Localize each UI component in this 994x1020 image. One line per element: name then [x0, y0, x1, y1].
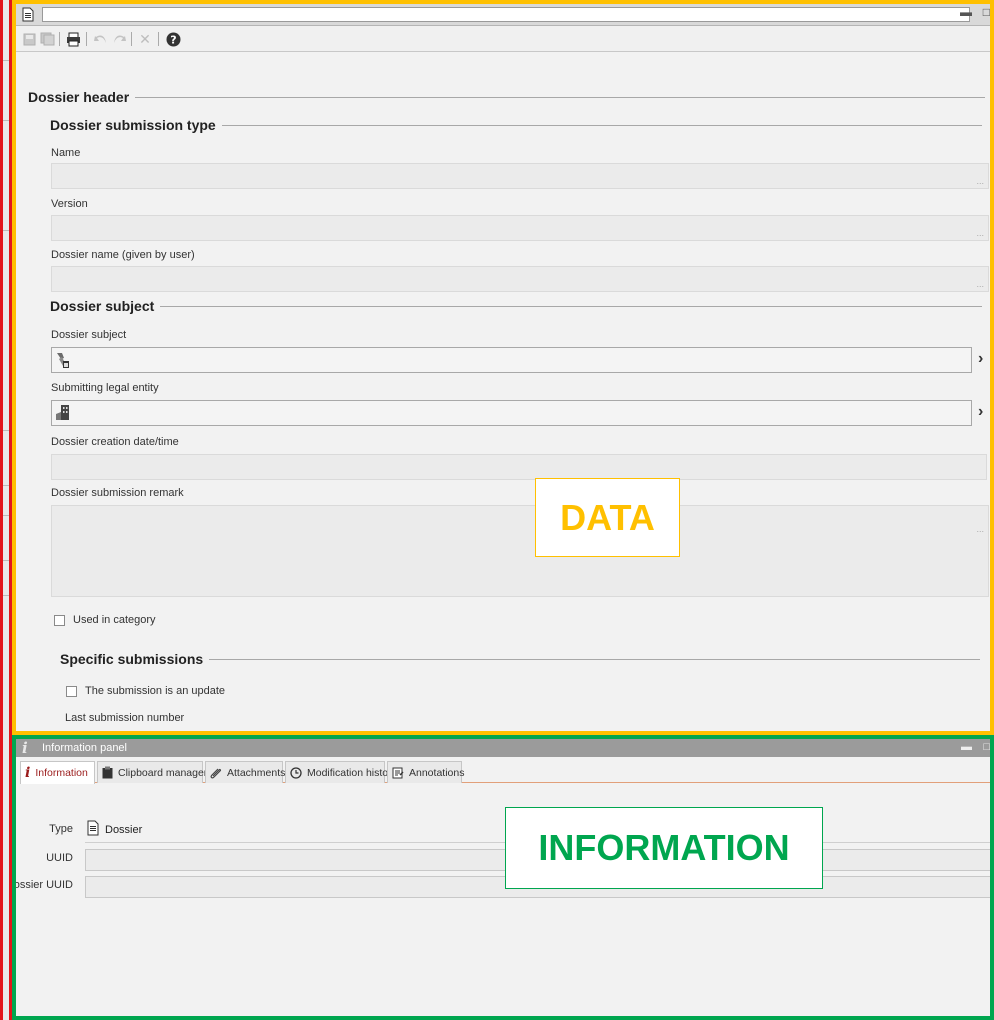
information-annotation-label: INFORMATION — [505, 807, 823, 889]
dossier-icon — [22, 7, 34, 25]
type-value: Dossier — [105, 823, 143, 836]
tab-label: Annotations — [409, 766, 465, 779]
uuid-label: UUID — [46, 852, 73, 864]
annotation-icon — [392, 767, 404, 779]
dossier-uuid-label: Dossier UUID — [12, 879, 73, 891]
submission-update-label: The submission is an update — [85, 685, 226, 697]
creation-date-field — [51, 454, 987, 480]
clipboard-icon — [102, 766, 113, 779]
dossier-subject-section: Dossier subject — [50, 298, 982, 314]
section-title: Dossier header — [28, 89, 130, 105]
tab-modification-history[interactable]: Modification history — [285, 761, 397, 783]
info-icon: i — [22, 739, 28, 757]
section-title: Specific submissions — [60, 651, 204, 667]
left-panel-row — [3, 515, 9, 516]
section-title: Dossier subject — [50, 298, 155, 314]
specific-submissions-section: Specific submissions — [60, 651, 980, 667]
tab-label: Information — [35, 767, 88, 779]
name-field[interactable]: ... — [51, 163, 989, 189]
dossier-subject-field[interactable] — [51, 347, 972, 373]
creation-date-label: Dossier creation date/time — [51, 436, 179, 448]
legal-entity-icon — [55, 404, 71, 425]
print-icon[interactable] — [64, 30, 82, 48]
left-panel-frame — [0, 0, 12, 1020]
left-panel-row — [3, 60, 9, 61]
dossier-form: Dossier header Dossier submission type N… — [16, 53, 990, 731]
left-panel-row — [3, 120, 9, 121]
left-panel-row — [3, 430, 9, 431]
dossier-header-section: Dossier header — [28, 89, 985, 105]
tab-clipboard-manager[interactable]: Clipboard manager — [97, 761, 207, 783]
legal-entity-open-icon[interactable]: › — [978, 403, 983, 421]
tab-label: Clipboard manager — [118, 766, 208, 779]
toolbar-separator — [59, 32, 60, 46]
dossier-subject-open-icon[interactable]: › — [978, 350, 983, 368]
legal-entity-field[interactable] — [51, 400, 972, 426]
information-panel: i Information panel ▬ □ i Information Cl… — [12, 735, 994, 1020]
section-title: Dossier submission type — [50, 117, 216, 133]
last-submission-number-label: Last submission number — [65, 712, 185, 724]
data-panel: ▬ □ ✕ ? Dossier header Dossier submissio… — [12, 0, 994, 735]
save-icon[interactable] — [20, 30, 38, 48]
left-panel-row — [3, 230, 9, 231]
name-picker[interactable]: ... — [976, 176, 984, 186]
info-panel-title: Information panel — [42, 742, 127, 754]
toolbar-separator — [86, 32, 87, 46]
toolbar-separator — [131, 32, 132, 46]
type-label: Type — [49, 823, 73, 835]
remark-field[interactable]: ... — [51, 505, 989, 597]
paperclip-icon — [210, 767, 222, 779]
left-panel-row — [3, 485, 9, 486]
dossier-name-label: Dossier name (given by user) — [51, 249, 195, 261]
svg-text:?: ? — [170, 33, 176, 46]
minimize-icon[interactable]: ▬ — [961, 739, 972, 756]
dossier-name-picker[interactable]: ... — [976, 279, 984, 289]
undo-icon[interactable] — [92, 30, 110, 48]
delete-icon[interactable]: ✕ — [136, 30, 154, 48]
tab-annotations[interactable]: Annotations — [387, 761, 465, 783]
help-icon[interactable]: ? — [164, 30, 182, 48]
submission-update-checkbox[interactable] — [66, 685, 77, 697]
tab-label: Attachments — [227, 766, 286, 779]
remark-label: Dossier submission remark — [51, 487, 184, 499]
version-label: Version — [51, 198, 88, 210]
used-in-category-label: Used in category — [73, 614, 156, 626]
submission-update-row[interactable]: The submission is an update — [66, 685, 225, 697]
version-picker[interactable]: ... — [976, 228, 984, 238]
used-in-category-row[interactable]: Used in category — [54, 614, 156, 626]
toolbar-separator — [158, 32, 159, 46]
info-icon: i — [25, 765, 31, 781]
info-panel-titlebar: i Information panel ▬ □ — [16, 739, 990, 757]
left-panel-row — [3, 560, 9, 561]
left-panel-row — [3, 595, 9, 596]
redo-icon[interactable] — [110, 30, 128, 48]
maximize-icon[interactable]: □ — [983, 5, 990, 19]
save-all-icon[interactable] — [38, 30, 56, 48]
data-annotation-label: DATA — [535, 478, 680, 557]
dossier-icon — [87, 820, 99, 839]
data-toolbar: ✕ ? — [16, 26, 990, 52]
tab-attachments[interactable]: Attachments — [205, 761, 286, 783]
name-label: Name — [51, 147, 81, 159]
remark-picker[interactable]: ... — [976, 524, 984, 534]
substance-icon — [55, 351, 71, 372]
submission-type-section: Dossier submission type — [50, 117, 982, 133]
version-field[interactable]: ... — [51, 215, 989, 241]
clock-icon — [290, 766, 302, 779]
dossier-subject-label: Dossier subject — [51, 329, 127, 341]
used-in-category-checkbox[interactable] — [54, 614, 65, 626]
info-tabs: i Information Clipboard manager Attachme… — [20, 761, 990, 784]
dossier-name-field[interactable]: ... — [51, 266, 989, 292]
dossier-title-field[interactable] — [42, 7, 970, 22]
legal-entity-label: Submitting legal entity — [51, 382, 159, 394]
tab-label: Modification history — [307, 766, 397, 779]
minimize-icon[interactable]: ▬ — [960, 5, 972, 19]
tab-information[interactable]: i Information — [20, 761, 95, 784]
data-panel-titlebar: ▬ □ — [16, 4, 990, 26]
maximize-icon[interactable]: □ — [983, 739, 990, 756]
